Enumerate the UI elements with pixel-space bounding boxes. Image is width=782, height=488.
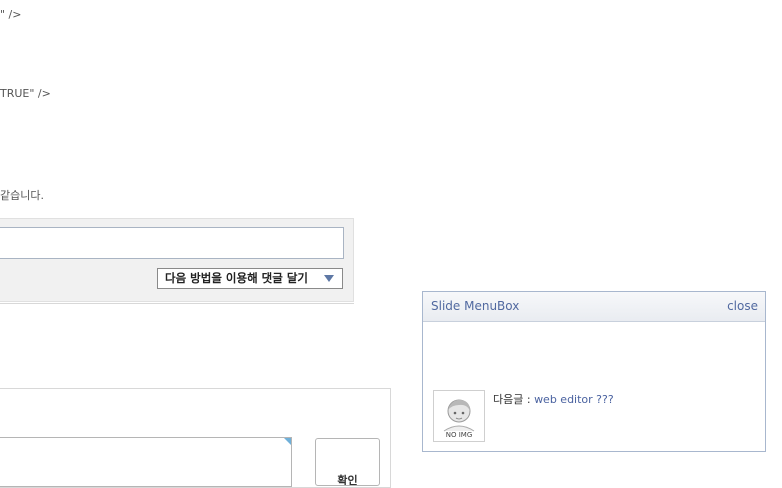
- dropdown-arrow-icon: [324, 275, 334, 282]
- confirm-button[interactable]: 확인: [315, 438, 380, 486]
- next-post-prefix: 다음글 :: [493, 393, 535, 406]
- code-line-fragment: TRUE" />: [0, 87, 51, 100]
- body-text-fragment: 같습니다.: [0, 189, 44, 202]
- slide-menu-box: Slide MenuBox close NO IMG 다음글 : web edi…: [422, 291, 766, 452]
- no-image-thumbnail[interactable]: NO IMG: [433, 390, 485, 442]
- comment-method-dropdown[interactable]: 다음 방법을 이용해 댓글 달기: [157, 268, 343, 289]
- corner-marker-icon: [284, 438, 291, 445]
- comment-method-label: 다음 방법을 이용해 댓글 달기: [165, 271, 308, 285]
- code-line-fragment: " />: [0, 8, 22, 21]
- next-post: 다음글 : web editor ???: [493, 391, 614, 407]
- slide-menu-title: Slide MenuBox: [431, 299, 520, 313]
- next-post-link[interactable]: web editor ???: [534, 393, 614, 406]
- slide-menu-header: Slide MenuBox close: [423, 292, 765, 322]
- close-button[interactable]: close: [727, 299, 758, 313]
- divider: [0, 303, 354, 304]
- thumbnail-caption: NO IMG: [445, 431, 473, 439]
- comment-input[interactable]: [0, 227, 344, 259]
